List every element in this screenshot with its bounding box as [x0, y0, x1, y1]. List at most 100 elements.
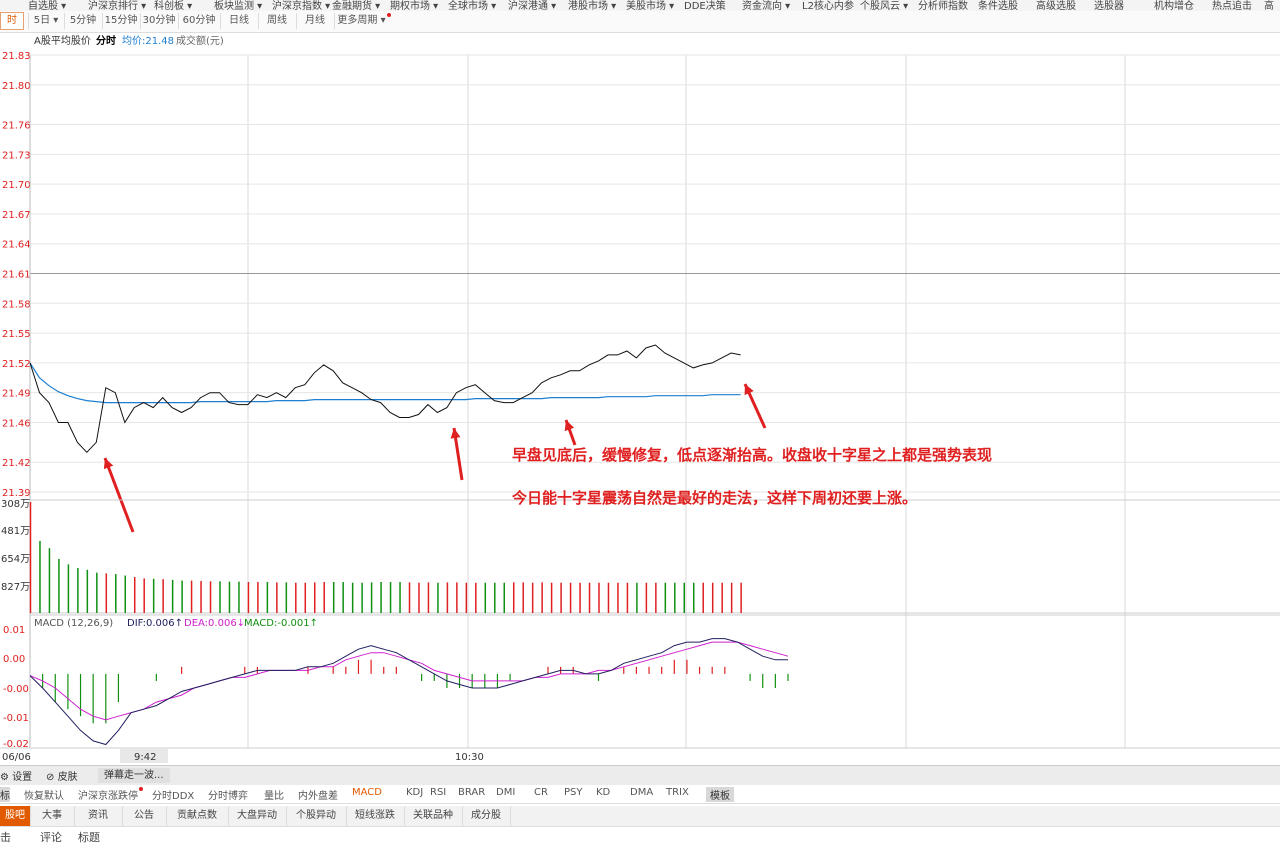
volume-bar: [503, 582, 505, 613]
time-axis-label: 9:42: [134, 752, 156, 763]
sub-tab-comment[interactable]: 评论: [40, 829, 62, 845]
volume-bar: [550, 582, 553, 613]
price-axis-label: 21.58: [2, 299, 31, 310]
volume-bar: [96, 572, 98, 613]
volume-axis-label: 481万: [1, 526, 30, 537]
volume-bar: [475, 582, 477, 613]
indicator-tab-12[interactable]: CR: [534, 787, 548, 798]
volume-bar: [645, 582, 648, 613]
intraday-chart[interactable]: 21.83 21.80 21.76 21.73 21.70 21.67 21.64 21.61…: [0, 0, 1280, 765]
volume-bar: [342, 582, 344, 613]
indicator-tab-1[interactable]: 恢复默认: [24, 787, 64, 802]
indicator-tab-11[interactable]: DMI: [496, 787, 515, 798]
volume-bar: [389, 582, 392, 613]
macd-dea-value: DEA:0.006↓: [184, 618, 245, 629]
volume-bar: [408, 582, 411, 613]
volume-bar: [541, 582, 543, 613]
price-axis-label: 21.55: [2, 329, 31, 340]
volume-bar: [77, 567, 79, 613]
indicator-tab-15[interactable]: DMA: [630, 787, 653, 798]
price-axis-label: 21.49: [2, 389, 31, 400]
indicator-tab-17[interactable]: 模板: [706, 787, 734, 802]
volume-bar: [711, 582, 714, 613]
volume-bar: [664, 582, 667, 613]
time-axis-label: 10:30: [455, 752, 484, 763]
indicator-tab-16[interactable]: TRIX: [666, 787, 689, 798]
indicator-tab-bar: 标恢复默认 沪深京涨跌停 分时DDX 分时博弈 量比 内外盘差 MACD KDJ RSI BRAR…: [0, 785, 1280, 804]
volume-bar: [190, 580, 193, 613]
volume-bar: [314, 582, 316, 613]
indicator-tab-13[interactable]: PSY: [564, 787, 583, 798]
bottom-tab-bar: 股吧 大事 资讯 公告 贡献点数 大盘异动 个股异动 短线涨跌 关联品种 成分股: [0, 806, 1280, 827]
indicator-tab-3[interactable]: 分时DDX: [152, 787, 194, 802]
macd-name: MACD (12,26,9): [34, 618, 113, 629]
new-dot-icon: [139, 787, 143, 791]
volume-bar: [86, 569, 89, 613]
indicator-tab-2[interactable]: 沪深京涨跌停: [78, 787, 143, 802]
bottom-tab-7[interactable]: 短线涨跌: [346, 806, 405, 826]
volume-bar: [304, 582, 307, 613]
volume-bar: [721, 582, 723, 613]
sub-tab-title[interactable]: 标题: [78, 829, 100, 845]
bottom-tab-9[interactable]: 成分股: [462, 806, 511, 826]
barrage-input[interactable]: 弹幕走一波...: [98, 768, 170, 783]
sub-tab-bar: 击 评论 标题: [0, 827, 1280, 849]
bottom-tab-1[interactable]: 大事: [30, 806, 75, 826]
indicator-tab-9[interactable]: RSI: [430, 787, 446, 798]
annotation-text-2: 今日能十字星震荡自然是最好的走法，这样下周初还要上涨。: [512, 489, 918, 507]
macd-axis-label: -0.01: [3, 713, 29, 724]
volume-bar: [655, 582, 657, 613]
volume-bar: [598, 582, 600, 613]
bottom-tab-3[interactable]: 公告: [122, 806, 167, 826]
volume-bar: [238, 581, 240, 613]
volume-bar: [285, 582, 288, 613]
volume-bar: [380, 582, 382, 613]
indicator-tab-10[interactable]: BRAR: [458, 787, 485, 798]
volume-bar: [740, 582, 742, 613]
bottom-tab-2[interactable]: 资讯: [74, 806, 123, 826]
volume-bar: [219, 581, 221, 613]
volume-bar: [351, 582, 354, 613]
price-axis-label: 21.80: [2, 81, 31, 92]
indicator-tab-4[interactable]: 分时博弈: [208, 787, 248, 802]
volume-bar: [162, 579, 164, 613]
price-axis-label: 21.52: [2, 359, 31, 370]
skin-button[interactable]: ⊘ 皮肤: [46, 768, 78, 783]
indicator-tab-0[interactable]: 标: [0, 787, 10, 802]
sub-tab-0[interactable]: 击: [0, 829, 11, 845]
price-axis-label: 21.46: [2, 418, 31, 429]
volume-bar: [29, 502, 32, 613]
volume-bar: [456, 582, 458, 613]
volume-bar: [560, 582, 562, 613]
volume-bar: [276, 582, 278, 613]
gear-icon: ⚙: [0, 772, 9, 783]
indicator-tab-8[interactable]: KDJ: [406, 787, 423, 798]
bottom-tab-6[interactable]: 个股异动: [286, 806, 347, 826]
bottom-tab-0[interactable]: 股吧: [0, 806, 31, 826]
volume-bar: [228, 581, 231, 613]
volume-bar: [674, 582, 676, 613]
volume-bar: [361, 582, 363, 613]
volume-bar: [133, 576, 136, 613]
volume-bar: [569, 582, 572, 613]
price-axis-label: 21.42: [2, 458, 31, 469]
settings-button[interactable]: ⚙ 设置: [0, 768, 32, 783]
indicator-tab-5[interactable]: 量比: [264, 787, 284, 802]
volume-bar: [626, 582, 629, 613]
price-line: [29, 344, 741, 454]
bottom-tab-8[interactable]: 关联品种: [404, 806, 463, 826]
indicator-tab-6[interactable]: 内外盘差: [298, 787, 338, 802]
volume-bar: [58, 558, 60, 613]
volume-axis-label: 308万: [1, 499, 30, 510]
macd-value: MACD:-0.001↑: [244, 618, 318, 629]
volume-bar: [200, 580, 202, 613]
volume-bar: [332, 582, 335, 613]
indicator-tab-14[interactable]: KD: [596, 787, 610, 798]
indicator-tab-7[interactable]: MACD: [352, 787, 382, 798]
annotation-arrow-0: [103, 457, 135, 533]
dif-line: [29, 638, 788, 746]
bottom-tab-5[interactable]: 大盘异动: [228, 806, 287, 826]
bottom-tab-4[interactable]: 贡献点数: [166, 806, 229, 826]
volume-bar: [693, 582, 695, 613]
macd-axis-label: -0.00: [3, 684, 29, 695]
